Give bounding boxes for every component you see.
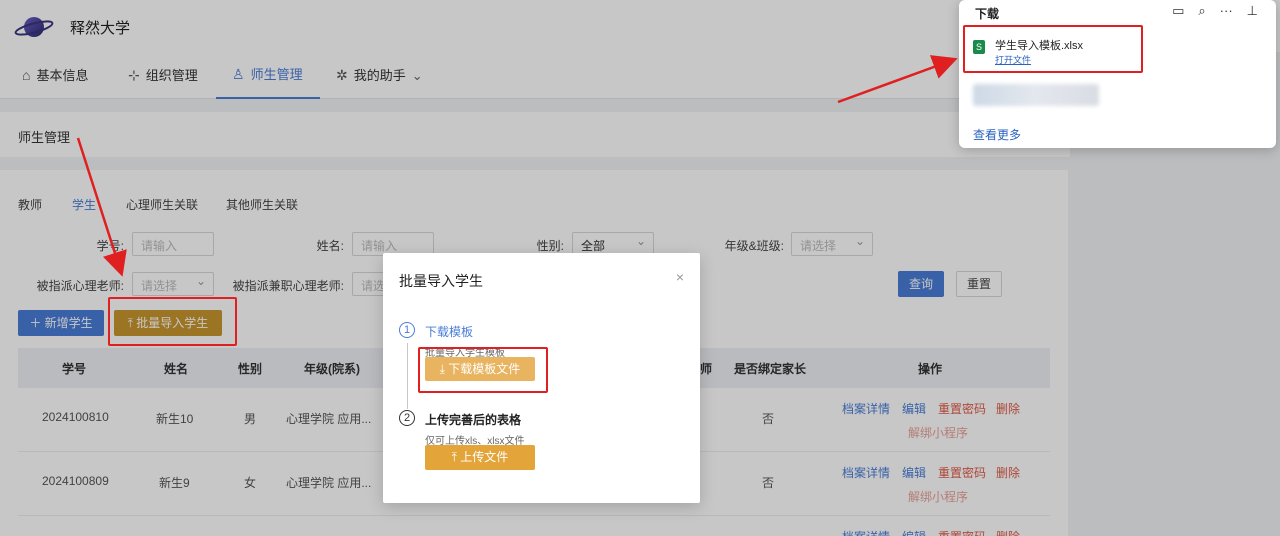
arrow-to-downloaded-file	[837, 55, 958, 104]
annotation-arrows	[76, 55, 958, 277]
arrow-to-import-button	[76, 137, 127, 277]
